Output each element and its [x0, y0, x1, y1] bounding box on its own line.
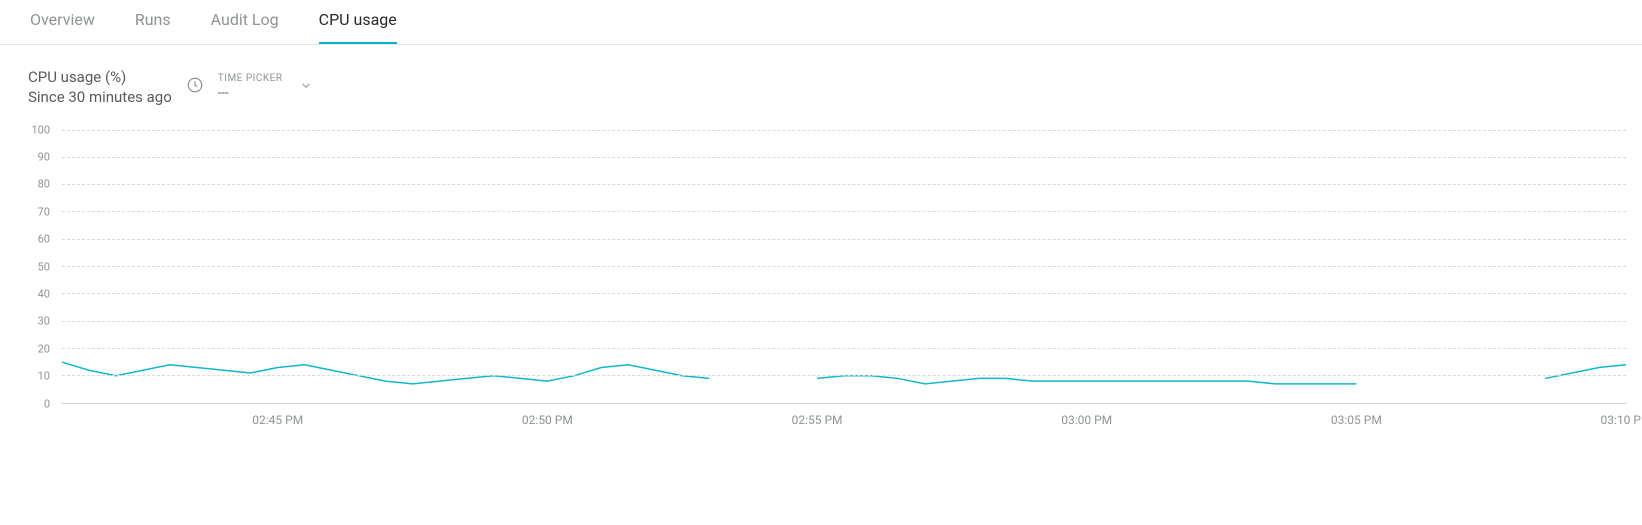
panel-title: CPU usage (%): [28, 67, 172, 87]
chart-y-tick: 20: [16, 342, 50, 355]
panel-title-block: CPU usage (%) Since 30 minutes ago: [28, 67, 172, 108]
tab-cpu-usage[interactable]: CPU usage: [319, 12, 397, 44]
tab-runs[interactable]: Runs: [135, 12, 171, 44]
time-picker[interactable]: TIME PICKER ---: [218, 73, 313, 101]
chart-grid-line: [62, 157, 1626, 158]
tab-overview[interactable]: Overview: [30, 12, 95, 44]
chart-grid-line: [62, 293, 1626, 294]
panel-subtitle: Since 30 minutes ago: [28, 87, 172, 107]
clock-icon: [186, 76, 204, 98]
chart-grid-line: [62, 375, 1626, 376]
chart-grid-line: [62, 266, 1626, 267]
chart-grid-line: [62, 211, 1626, 212]
chart-y-tick: 70: [16, 205, 50, 218]
time-picker-value: ---: [218, 86, 283, 101]
chart-grid-line: [62, 348, 1626, 349]
chart-line-segment: [817, 375, 1356, 383]
chart-y-tick: 60: [16, 233, 50, 246]
chart-x-tick: 03:10 PM: [1601, 413, 1642, 427]
time-picker-label: TIME PICKER: [218, 73, 283, 84]
chart-y-axis: 0102030405060708090100: [16, 130, 54, 404]
chart-plot-area: [62, 130, 1626, 404]
tab-audit-log[interactable]: Audit Log: [211, 12, 279, 44]
chart-y-tick: 40: [16, 287, 50, 300]
chart-y-tick: 30: [16, 315, 50, 328]
cpu-usage-chart: 0102030405060708090100 02:45 PM02:50 PM0…: [16, 130, 1626, 430]
panel-header: CPU usage (%) Since 30 minutes ago TIME …: [0, 45, 1642, 116]
chart-x-axis: 02:45 PM 02:50 PM 02:55 PM 03:00 PM 03:05 PM…: [62, 410, 1626, 430]
chart-grid-line: [62, 321, 1626, 322]
chart-y-tick: 100: [16, 123, 50, 136]
chart-y-tick: 0: [16, 397, 50, 410]
chevron-down-icon: [299, 78, 313, 97]
chart-x-tick: 02:55 PM: [792, 413, 843, 427]
chart-y-tick: 80: [16, 178, 50, 191]
chart-y-tick: 10: [16, 370, 50, 383]
chart-x-tick: 02:45 PM: [252, 413, 303, 427]
chart-y-tick: 90: [16, 150, 50, 163]
chart-line-segment: [62, 362, 709, 384]
chart-x-tick: 03:00 PM: [1061, 413, 1112, 427]
chart-x-tick: 02:50 PM: [522, 413, 573, 427]
chart-y-tick: 50: [16, 260, 50, 273]
chart-grid-line: [62, 184, 1626, 185]
tabs: Overview Runs Audit Log CPU usage: [0, 0, 1642, 45]
chart-grid-line: [62, 130, 1626, 131]
chart-x-tick: 03:05 PM: [1331, 413, 1382, 427]
chart-grid-line: [62, 239, 1626, 240]
